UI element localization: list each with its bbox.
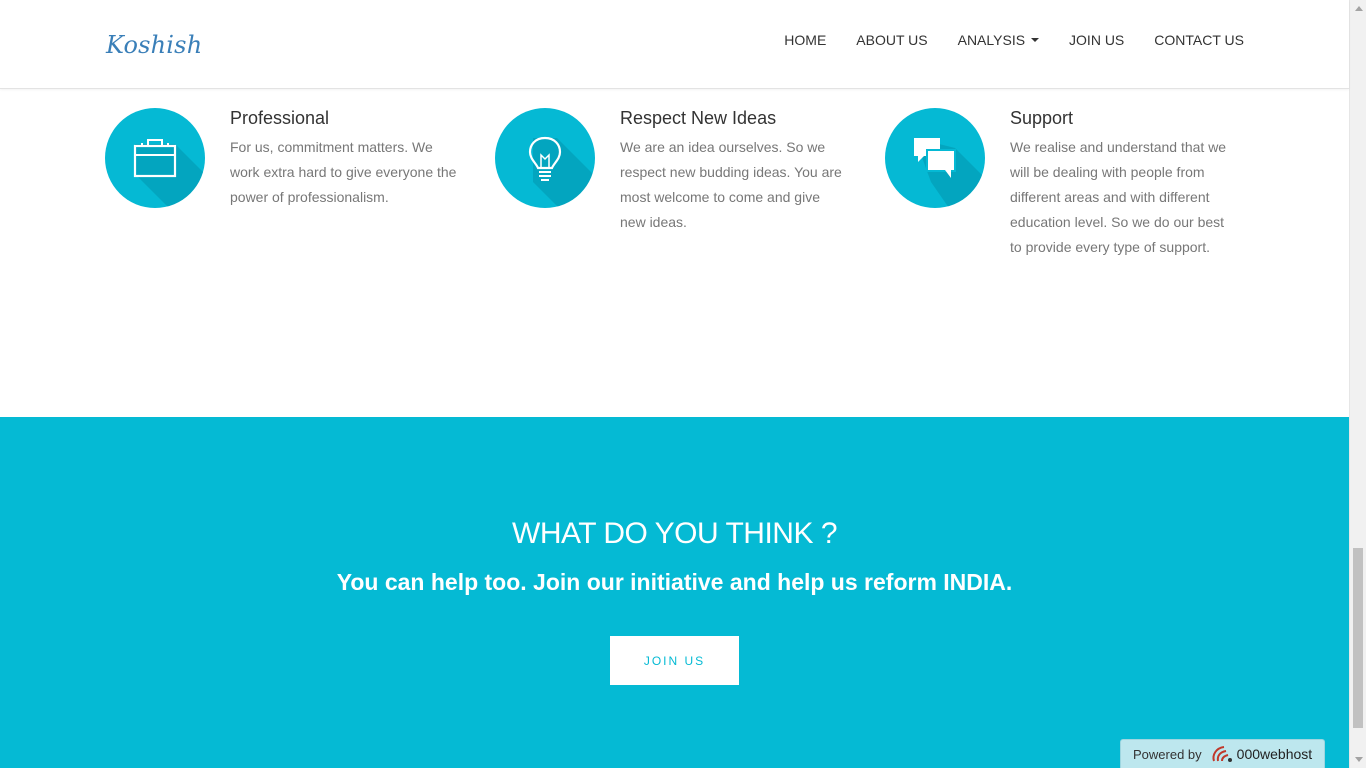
features-section: Professional For us, commitment matters.…: [0, 89, 1349, 417]
feature-text: For us, commitment matters. We work extr…: [230, 139, 457, 205]
briefcase-icon: [105, 108, 205, 208]
feature-title: Professional: [230, 108, 330, 128]
webhost-logo-icon: [1210, 745, 1234, 763]
navbar: Koshish HOME ABOUT US ANALYSIS JOIN US C…: [0, 0, 1349, 89]
scrollbar-thumb[interactable]: [1353, 548, 1363, 728]
nav-item-contact-us[interactable]: CONTACT US: [1154, 32, 1244, 48]
powered-by-badge[interactable]: Powered by 000webhost: [1120, 739, 1325, 768]
join-us-button[interactable]: JOIN US: [610, 636, 739, 685]
feature-title: Support: [1010, 108, 1074, 128]
nav-item-join-us[interactable]: JOIN US: [1069, 32, 1124, 48]
lightbulb-icon: [495, 108, 595, 208]
cta-subheading: You can help too. Join our initiative an…: [336, 569, 1013, 595]
nav-item-analysis[interactable]: ANALYSIS: [957, 32, 1040, 48]
nav-item-analysis-label: ANALYSIS: [957, 32, 1026, 48]
feature-title: Respect New Ideas: [620, 108, 777, 128]
brand-logo[interactable]: Koshish: [106, 31, 202, 59]
caret-down-icon: [1031, 38, 1040, 42]
vertical-scrollbar[interactable]: [1349, 0, 1366, 768]
powered-by-brand: 000webhost: [1236, 746, 1313, 762]
powered-by-label: Powered by: [1133, 746, 1202, 762]
cta-heading: WHAT DO YOU THINK ?: [512, 517, 838, 550]
scroll-down-arrow-icon[interactable]: [1350, 751, 1366, 768]
nav-item-about-us[interactable]: ABOUT US: [856, 32, 927, 48]
feature-text: We realise and understand that we will b…: [1010, 139, 1227, 255]
chat-bubbles-icon: [885, 108, 985, 208]
main-nav: HOME ABOUT US ANALYSIS JOIN US CONTACT U…: [754, 32, 1244, 48]
cta-section: WHAT DO YOU THINK ? You can help too. Jo…: [0, 417, 1349, 768]
scroll-up-arrow-icon[interactable]: [1350, 0, 1366, 17]
nav-item-home[interactable]: HOME: [784, 32, 826, 48]
feature-text: We are an idea ourselves. So we respect …: [620, 139, 842, 230]
